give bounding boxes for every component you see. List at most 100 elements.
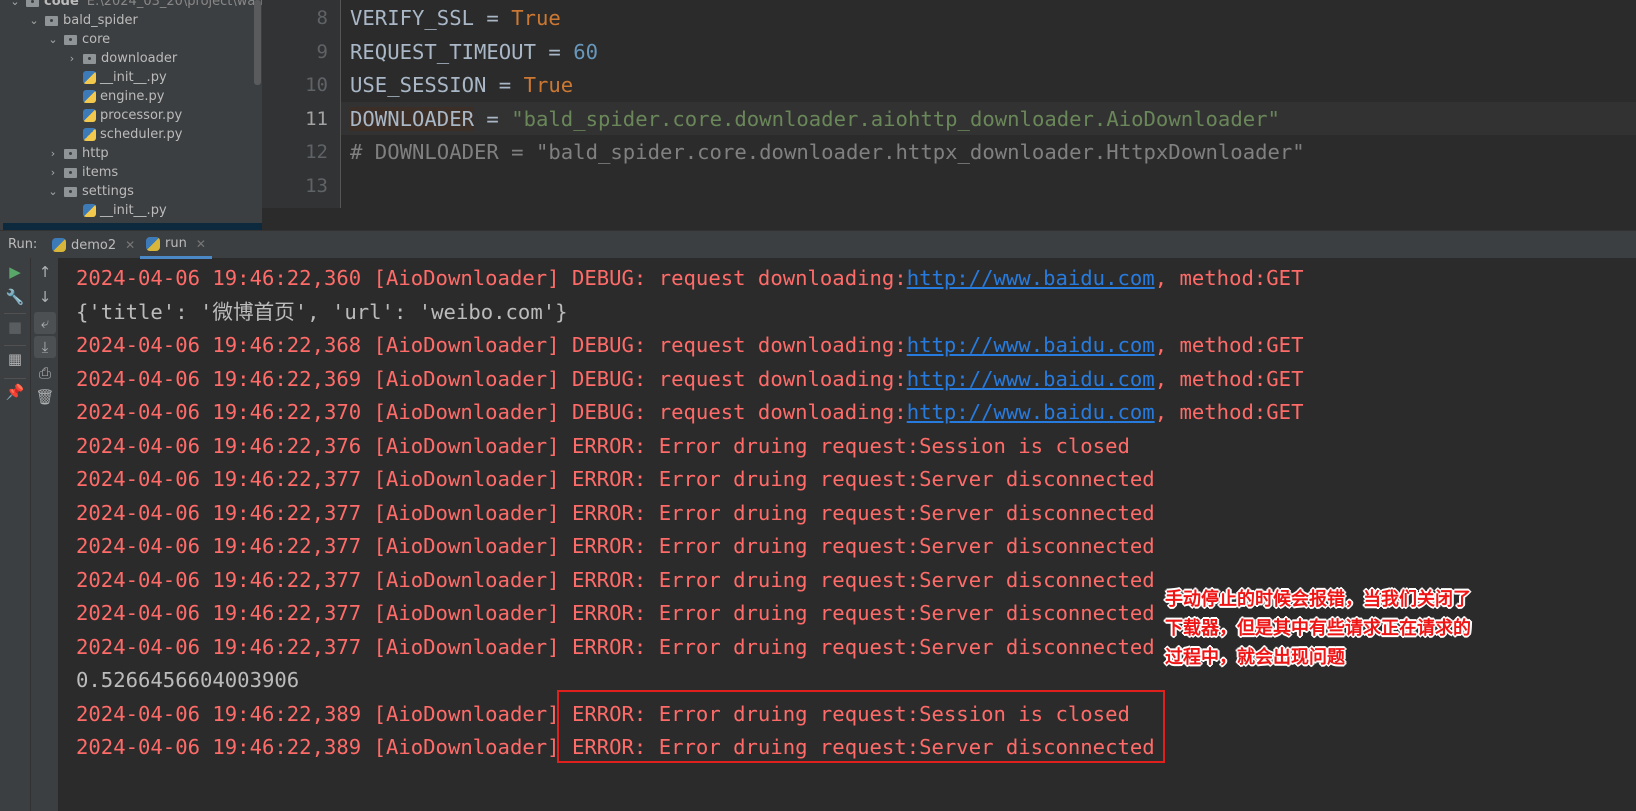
console-line: 2024-04-06 19:46:22,360 [AioDownloader] … (76, 262, 1303, 295)
console-line: 2024-04-06 19:46:22,377 [AioDownloader] … (76, 597, 1155, 630)
folder-icon (64, 34, 77, 45)
console-link[interactable]: http://www.baidu.com (907, 367, 1155, 391)
console-text: 2024-04-06 19:46:22,377 [AioDownloader] … (76, 534, 1155, 558)
code-value: 60 (573, 39, 598, 64)
console-line: 2024-04-06 19:46:22,368 [AioDownloader] … (76, 329, 1303, 362)
console-text-tail: , method:GET (1154, 400, 1304, 424)
line-number: 11 (305, 107, 328, 130)
annotation-line: 过程中，就会出现问题 (1165, 647, 1345, 668)
tree-item-label: processor.py (100, 108, 183, 123)
python-file-icon (83, 109, 96, 122)
soft-wrap-icon[interactable]: ⤶ (34, 312, 56, 334)
code-line: USE_SESSION = True (350, 69, 573, 102)
chevron-right-icon[interactable]: › (46, 163, 60, 182)
console-text: 2024-04-06 19:46:22,370 [AioDownloader] … (76, 400, 907, 424)
code-identifier: DOWNLOADER (350, 106, 474, 131)
tree-item[interactable]: processor.py (83, 106, 182, 125)
console-text: {'title': '微博首页', 'url': 'weibo.com'} (76, 299, 568, 324)
editor-bottom (262, 208, 1636, 230)
code-value: "bald_spider.core.downloader.aiohttp_dow… (511, 106, 1280, 131)
folder-icon (64, 148, 77, 159)
close-icon[interactable]: ✕ (196, 237, 206, 251)
print-icon[interactable]: ⎙ (34, 362, 56, 384)
tree-item[interactable]: ⌄ bald_spider (27, 11, 137, 30)
selected-row (3, 223, 262, 230)
trash-icon[interactable]: 🗑 (34, 386, 56, 408)
console-link[interactable]: http://www.baidu.com (907, 266, 1155, 290)
tree-item[interactable]: › items (46, 163, 118, 182)
layout-icon[interactable]: ▦ (4, 348, 26, 370)
chevron-down-icon[interactable]: ⌄ (27, 11, 41, 30)
console-text-tail: , method:GET (1154, 366, 1304, 391)
code-operator: = (486, 73, 524, 97)
tree-item-label: items (82, 165, 119, 180)
stop-icon[interactable]: ■ (4, 316, 26, 338)
tab-run[interactable]: run ✕ (140, 231, 212, 259)
console-text: 2024-04-06 19:46:22,377 [AioDownloader] … (76, 567, 1155, 592)
console-text-tail: , method:GET (1154, 266, 1304, 290)
tab-label: demo2 (71, 237, 117, 253)
chevron-down-icon[interactable]: ⌄ (46, 182, 60, 201)
code-line: DOWNLOADER = "bald_spider.core.downloade… (350, 103, 1280, 136)
annotation-line: 下载器，但是其中有些请求正在请求的 (1165, 618, 1471, 639)
project-tree[interactable]: ⌄ code E:\2024_03_20\project\wangping ⌄b… (0, 0, 262, 230)
chevron-down-icon[interactable]: ⌄ (8, 0, 22, 11)
folder-icon (45, 15, 58, 26)
tree-item[interactable]: › downloader (65, 49, 177, 68)
console-text: 2024-04-06 19:46:22,369 [AioDownloader] … (76, 366, 907, 391)
chevron-right-icon[interactable]: › (46, 144, 60, 163)
console-link[interactable]: http://www.baidu.com (907, 400, 1155, 424)
wrench-icon[interactable]: 🔧 (4, 286, 26, 308)
console-line: 2024-04-06 19:46:22,370 [AioDownloader] … (76, 396, 1303, 429)
python-icon (146, 236, 160, 251)
code-operator: = (474, 106, 512, 131)
root-name: code (44, 0, 79, 9)
annotation-note: 手动停止的时候会报错，当我们关闭了 下载器，但是其中有些请求正在请求的 过程中，… (1165, 585, 1471, 672)
python-file-icon (83, 128, 96, 141)
divider (4, 313, 26, 314)
rerun-icon[interactable]: ▶ (4, 261, 26, 283)
tree-item[interactable]: __init__.py (83, 68, 167, 87)
tree-scrollbar[interactable] (254, 0, 261, 85)
tree-root[interactable]: ⌄ code E:\2024_03_20\project\wangping (8, 0, 262, 11)
console-line: 0.5266456604003906 (76, 664, 299, 697)
python-file-icon (83, 90, 96, 103)
tree-item[interactable]: scheduler.py (83, 125, 183, 144)
tree-item[interactable]: › http (46, 144, 109, 163)
chevron-down-icon[interactable]: ⌄ (46, 30, 60, 49)
code-editor[interactable]: VERIFY_SSL = True REQUEST_TIMEOUT = 60 USE… (341, 0, 1636, 208)
tree-item[interactable]: engine.py (83, 87, 164, 106)
console-text: 2024-04-06 19:46:22,377 [AioDownloader] … (76, 500, 1155, 525)
console-line: 2024-04-06 19:46:22,376 [AioDownloader] … (76, 430, 1130, 463)
code-identifier: VERIFY_SSL (350, 6, 474, 30)
arrow-down-icon[interactable]: ↓ (34, 286, 56, 308)
line-number: 9 (316, 40, 328, 63)
code-value: True (523, 73, 574, 97)
tab-demo2[interactable]: demo2 ✕ (52, 231, 135, 259)
pin-icon[interactable]: 📌 (4, 381, 26, 403)
tree-item-label: engine.py (100, 89, 165, 104)
tree-item-label: settings (82, 184, 134, 199)
scroll-to-end-icon[interactable]: ⤓ (34, 336, 56, 358)
tree-item[interactable]: ⌄ core (46, 30, 110, 49)
code-operator: = (535, 39, 574, 64)
tree-item-label: http (82, 146, 109, 161)
line-gutter: 8 9 10 11 12 13 (262, 0, 340, 208)
tree-item[interactable]: ⌄ settings (46, 182, 134, 201)
code-operator: = (474, 6, 512, 30)
console-text: 2024-04-06 19:46:22,368 [AioDownloader] … (76, 333, 907, 357)
tree-item-label: __init__.py (100, 70, 167, 85)
close-icon[interactable]: ✕ (125, 238, 135, 252)
tree-item-label: scheduler.py (100, 127, 183, 142)
tree-item-label: downloader (101, 51, 178, 66)
console-line: {'title': '微博首页', 'url': 'weibo.com'} (76, 296, 568, 329)
console-text-tail: , method:GET (1154, 333, 1304, 357)
tab-label: run (165, 236, 187, 251)
chevron-right-icon[interactable]: › (65, 49, 79, 68)
console-link[interactable]: http://www.baidu.com (907, 333, 1155, 357)
arrow-up-icon[interactable]: ↑ (34, 261, 56, 283)
tree-item-label: core (82, 32, 111, 47)
tree-item[interactable]: __init__.py (83, 201, 167, 220)
folder-icon (64, 167, 77, 178)
run-tool-window-header: Run: demo2 ✕ run ✕ (0, 230, 1636, 259)
